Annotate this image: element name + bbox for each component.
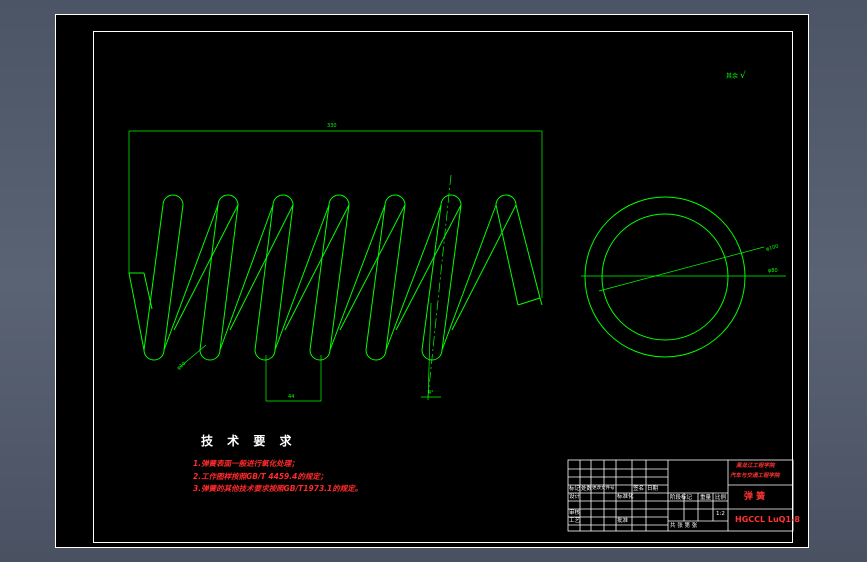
coil-edge <box>395 204 462 331</box>
requirements-title: 技 术 要 求 <box>201 434 297 448</box>
signature-label: 签名 <box>633 486 645 492</box>
coil-edge <box>229 204 294 331</box>
coil-bottom-arc <box>143 349 165 361</box>
coil-edge <box>365 204 386 351</box>
school-name-line1: 黑龙江工程学院 <box>736 463 775 469</box>
coil-edge <box>163 204 219 351</box>
spring-end-view <box>581 196 786 358</box>
coil-bottom-arc <box>309 349 331 361</box>
coil-edge <box>495 204 519 306</box>
coil-edge <box>385 204 406 351</box>
coil-top-arc <box>384 194 406 206</box>
drawing-sheet: 330 44 φ10 4° φ100 φ80 其余 √ 技 术 要 求 1.弹簧… <box>55 14 809 548</box>
coil-bottom-arc <box>254 349 276 361</box>
drawing-number: HGCCL LuQ1-8 <box>735 515 800 524</box>
coil-edge <box>329 204 350 351</box>
weight-label: 重量 <box>700 495 712 501</box>
dimension-lines <box>128 130 543 402</box>
coil-edge <box>309 204 330 351</box>
coil-top-arc <box>217 194 239 206</box>
sheet-info: 共 张 第 张 <box>670 523 698 529</box>
outer-circle <box>584 196 746 358</box>
coil-top-arc <box>272 194 294 206</box>
coil-edge <box>143 204 164 351</box>
coil-bottom-arc <box>199 349 221 361</box>
roughness-note: 其余 √ <box>726 72 746 81</box>
approve-label: 批准 <box>617 518 629 524</box>
stage-mark-label: 阶段标记 <box>670 495 693 501</box>
part-name: 弹 簧 <box>744 492 766 502</box>
pitch-dim-text: 44 <box>288 394 295 400</box>
spring-front-view <box>128 194 543 361</box>
coil-edge <box>421 204 442 351</box>
requirement-item-1: 1.弹簧表面一般进行氧化处理； <box>193 459 299 468</box>
school-name-line2: 汽车与交通工程学院 <box>730 473 780 479</box>
count-label: 处数 <box>581 486 593 492</box>
coil-edge <box>339 204 406 331</box>
coil-edge <box>143 272 153 310</box>
coil-edge <box>284 204 350 331</box>
coil-edge <box>219 204 239 351</box>
process-label: 工艺 <box>569 518 581 524</box>
scale-label: 比例 <box>715 495 727 501</box>
roughness-note-label: 其余 <box>726 73 739 80</box>
coil-bottom-arc <box>365 349 387 361</box>
coil-edge <box>254 204 274 351</box>
coil-edge <box>515 204 541 299</box>
drawing-canvas <box>128 130 794 532</box>
coil-edge <box>517 297 541 306</box>
requirement-item-3: 3.弹簧的其他技术要求按照GB/T1973.1的规定。 <box>193 484 363 493</box>
requirement-item-2: 2.工作图样按照GB/T 4459.4的规定； <box>193 472 328 481</box>
helix-angle-dim-text: 4° <box>428 390 434 396</box>
free-length-dim-text: 330 <box>327 123 337 129</box>
coil-top-arc <box>162 194 184 206</box>
coil-edge <box>441 204 462 351</box>
coil-edge <box>539 297 543 306</box>
inner-circle <box>601 213 729 341</box>
coil-edge <box>173 204 239 331</box>
coil-edge <box>128 272 145 351</box>
roughness-symbol-icon: √ <box>739 71 746 81</box>
checker-label: 审核 <box>569 510 581 516</box>
diameter-leader <box>598 246 765 292</box>
coil-edge <box>274 204 330 351</box>
coil-top-arc <box>440 194 462 206</box>
coil-edge <box>199 204 219 351</box>
coil-edge <box>219 204 274 351</box>
date-label: 日期 <box>647 486 659 492</box>
coil-top-arc <box>328 194 350 206</box>
standardize-label: 标准化 <box>617 494 634 500</box>
marks-label: 标记 <box>569 486 581 492</box>
designer-label: 设计 <box>569 494 581 500</box>
coil-edge <box>163 204 184 351</box>
revision-label: 更改文件号 <box>592 486 615 491</box>
inner-dia-dim-text: φ80 <box>768 268 778 274</box>
scale-value: 1:2 <box>716 511 725 517</box>
coil-edge <box>451 204 517 331</box>
coil-edge <box>274 204 294 351</box>
coil-top-arc <box>495 194 517 206</box>
